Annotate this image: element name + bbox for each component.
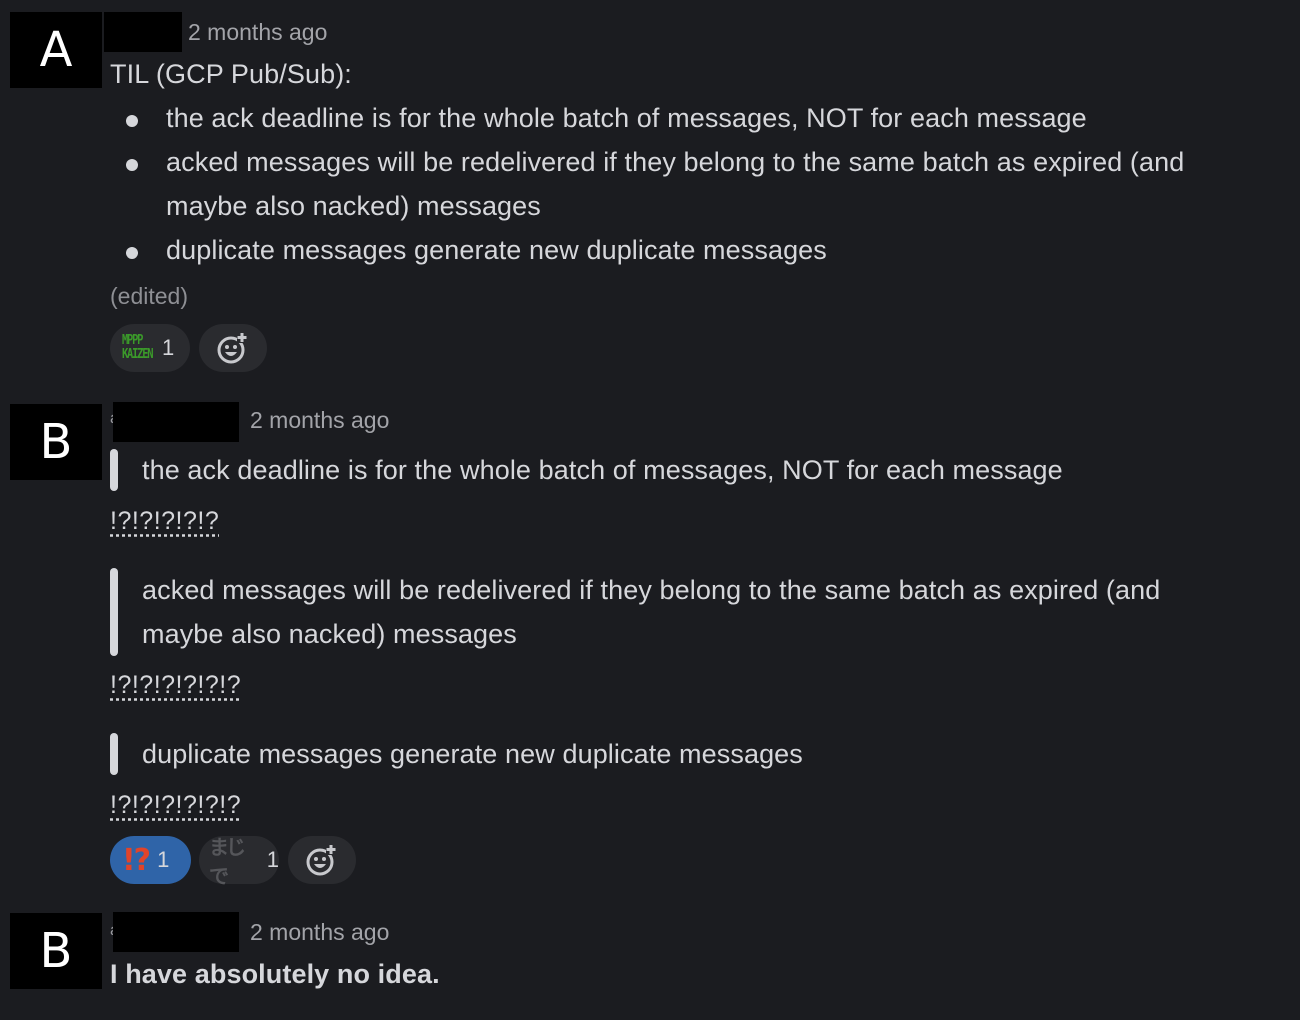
blockquote-bar: [110, 568, 118, 656]
message-text: TIL (GCP Pub/Sub):: [110, 59, 352, 89]
blockquote-bar: [110, 449, 118, 491]
blockquote-text: maybe also nacked) messages: [142, 619, 517, 649]
reaction-count: 1: [266, 847, 279, 872]
blockquote-text: the ack deadline is for the whole batch …: [142, 455, 1063, 485]
redacted-username[interactable]: [113, 912, 239, 952]
reply-text: !?!?!?!?!?!?: [110, 791, 242, 819]
bullet-icon: [126, 247, 138, 259]
list-item: duplicate messages generate new duplicat…: [166, 235, 827, 265]
add-reaction-button[interactable]: [199, 324, 267, 372]
bullet-icon: [126, 115, 138, 127]
reaction-mppp-kaizen[interactable]: MPPP KAIZEN 1: [110, 324, 190, 372]
bullet-icon: [126, 159, 138, 171]
reaction-interrobang[interactable]: !? 1: [110, 836, 191, 884]
add-emoji-icon: [306, 844, 336, 876]
interrobang-emoji-icon: !?: [122, 842, 151, 878]
timestamp[interactable]: 2 months ago: [250, 407, 389, 434]
edited-label: (edited): [110, 283, 188, 309]
avatar[interactable]: A: [10, 12, 102, 88]
list-item: acked messages will be redelivered if th…: [166, 147, 1185, 177]
timestamp[interactable]: 2 months ago: [250, 919, 389, 946]
majide-emoji-icon: まじで: [209, 835, 246, 888]
reaction-count: 1: [157, 847, 170, 872]
list-item-continuation: maybe also nacked) messages: [166, 191, 541, 221]
list-item: the ack deadline is for the whole batch …: [166, 103, 1087, 133]
mppp-kaizen-emoji-icon: MPPP KAIZEN: [122, 333, 154, 362]
reaction-majide[interactable]: まじで 1: [199, 835, 279, 888]
add-reaction-button[interactable]: [288, 836, 356, 884]
timestamp[interactable]: 2 months ago: [188, 19, 327, 46]
blockquote-text: acked messages will be redelivered if th…: [142, 575, 1161, 605]
avatar[interactable]: B: [10, 913, 102, 989]
reply-text: !?!?!?!?!?!?: [110, 671, 242, 699]
avatar[interactable]: B: [10, 404, 102, 480]
blockquote-bar: [110, 733, 118, 775]
blockquote-text: duplicate messages generate new duplicat…: [142, 739, 803, 769]
redacted-username[interactable]: [113, 402, 239, 442]
reaction-count: 1: [162, 335, 175, 360]
reply-text: !?!?!?!?!?: [110, 507, 220, 535]
redacted-username[interactable]: [104, 12, 182, 52]
message-text: I have absolutely no idea.: [110, 959, 440, 989]
add-emoji-icon: [217, 332, 247, 364]
